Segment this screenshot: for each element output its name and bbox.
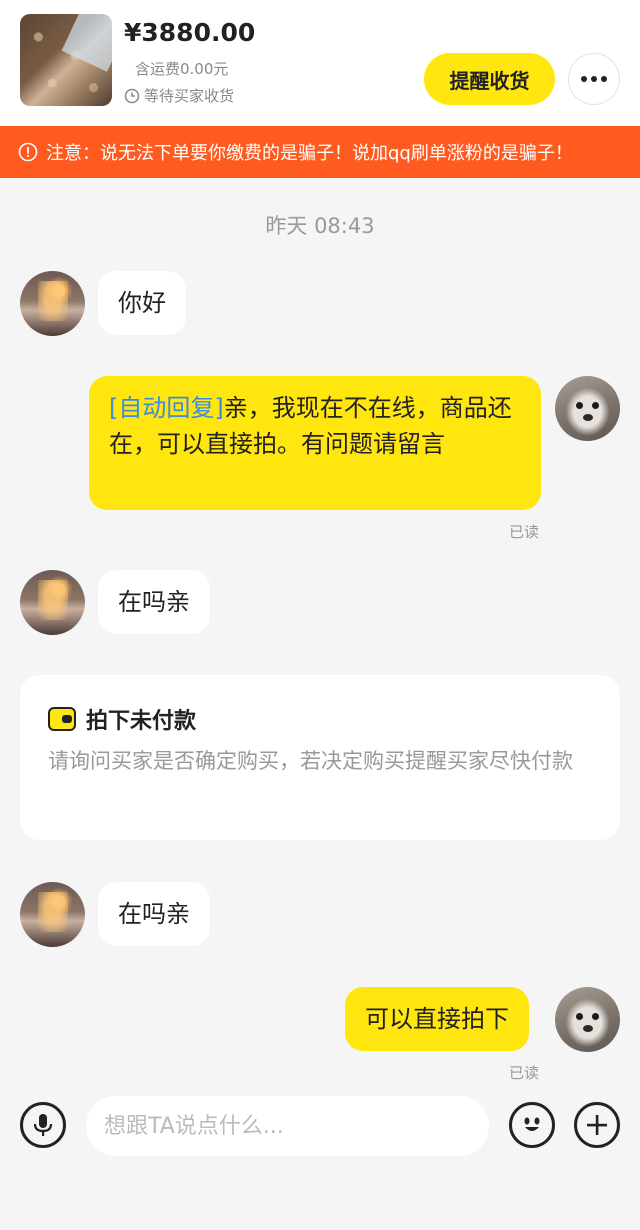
auto-reply-tag: [自动回复] [109, 394, 224, 422]
emoji-icon [524, 1117, 540, 1131]
warning-text: 注意：说无法下单要你缴费的是骗子！说加qq刷单涨粉的是骗子！ [46, 143, 573, 164]
wallet-icon [48, 707, 76, 731]
buyer-avatar[interactable] [20, 570, 85, 635]
buyer-avatar[interactable] [20, 882, 85, 947]
message-bubble[interactable]: 可以直接拍下 [345, 987, 529, 1051]
message-text: 在吗亲 [118, 900, 190, 928]
card-title: 拍下未付款 [48, 703, 196, 735]
message-bubble[interactable]: 在吗亲 [98, 882, 210, 946]
message-text: 可以直接拍下 [365, 1005, 509, 1033]
read-receipt: 已读 [509, 1064, 540, 1082]
shipping-fee: 含运费0.00元 [135, 60, 229, 78]
microphone-icon [33, 1114, 53, 1136]
buyer-avatar[interactable] [20, 271, 85, 336]
message-bubble[interactable]: 在吗亲 [98, 570, 210, 634]
message-bubble[interactable]: 你好 [98, 271, 186, 335]
seller-avatar[interactable] [555, 987, 620, 1052]
message-text: 你好 [118, 289, 166, 317]
product-thumbnail[interactable] [20, 14, 112, 106]
add-attachment-button[interactable] [574, 1102, 620, 1148]
plus-icon [587, 1115, 607, 1135]
card-title-text: 拍下未付款 [86, 709, 197, 734]
remind-receipt-button[interactable]: 提醒收货 [424, 53, 555, 105]
message-input-bar [0, 1090, 640, 1230]
seller-avatar[interactable] [555, 376, 620, 441]
more-icon [581, 76, 607, 82]
order-status-text: 等待买家收货 [144, 87, 235, 105]
read-receipt: 已读 [509, 523, 540, 541]
alert-icon [18, 142, 38, 162]
emoji-button[interactable] [509, 1102, 555, 1148]
scam-warning-banner: 注意：说无法下单要你缴费的是骗子！说加qq刷单涨粉的是骗子！ [0, 126, 640, 178]
more-button[interactable] [568, 53, 620, 105]
voice-button[interactable] [20, 1102, 66, 1148]
message-input[interactable] [86, 1096, 489, 1156]
clock-icon [124, 88, 140, 103]
order-price: ¥3880.00 [124, 18, 256, 47]
chat-timestamp: 昨天 08:43 [265, 214, 375, 238]
unpaid-order-card: 拍下未付款 请询问买家是否确定购买，若决定购买提醒买家尽快付款 [20, 675, 620, 840]
order-header: ¥3880.00 含运费0.00元 等待买家收货 提醒收货 [0, 0, 640, 126]
message-text: 在吗亲 [118, 588, 190, 616]
order-status: 等待买家收货 [124, 85, 234, 106]
card-body-text: 请询问买家是否确定购买，若决定购买提醒买家尽快付款 [48, 749, 573, 773]
message-bubble[interactable]: [自动回复]亲，我现在不在线，商品还在，可以直接拍。有问题请留言 [89, 376, 541, 510]
